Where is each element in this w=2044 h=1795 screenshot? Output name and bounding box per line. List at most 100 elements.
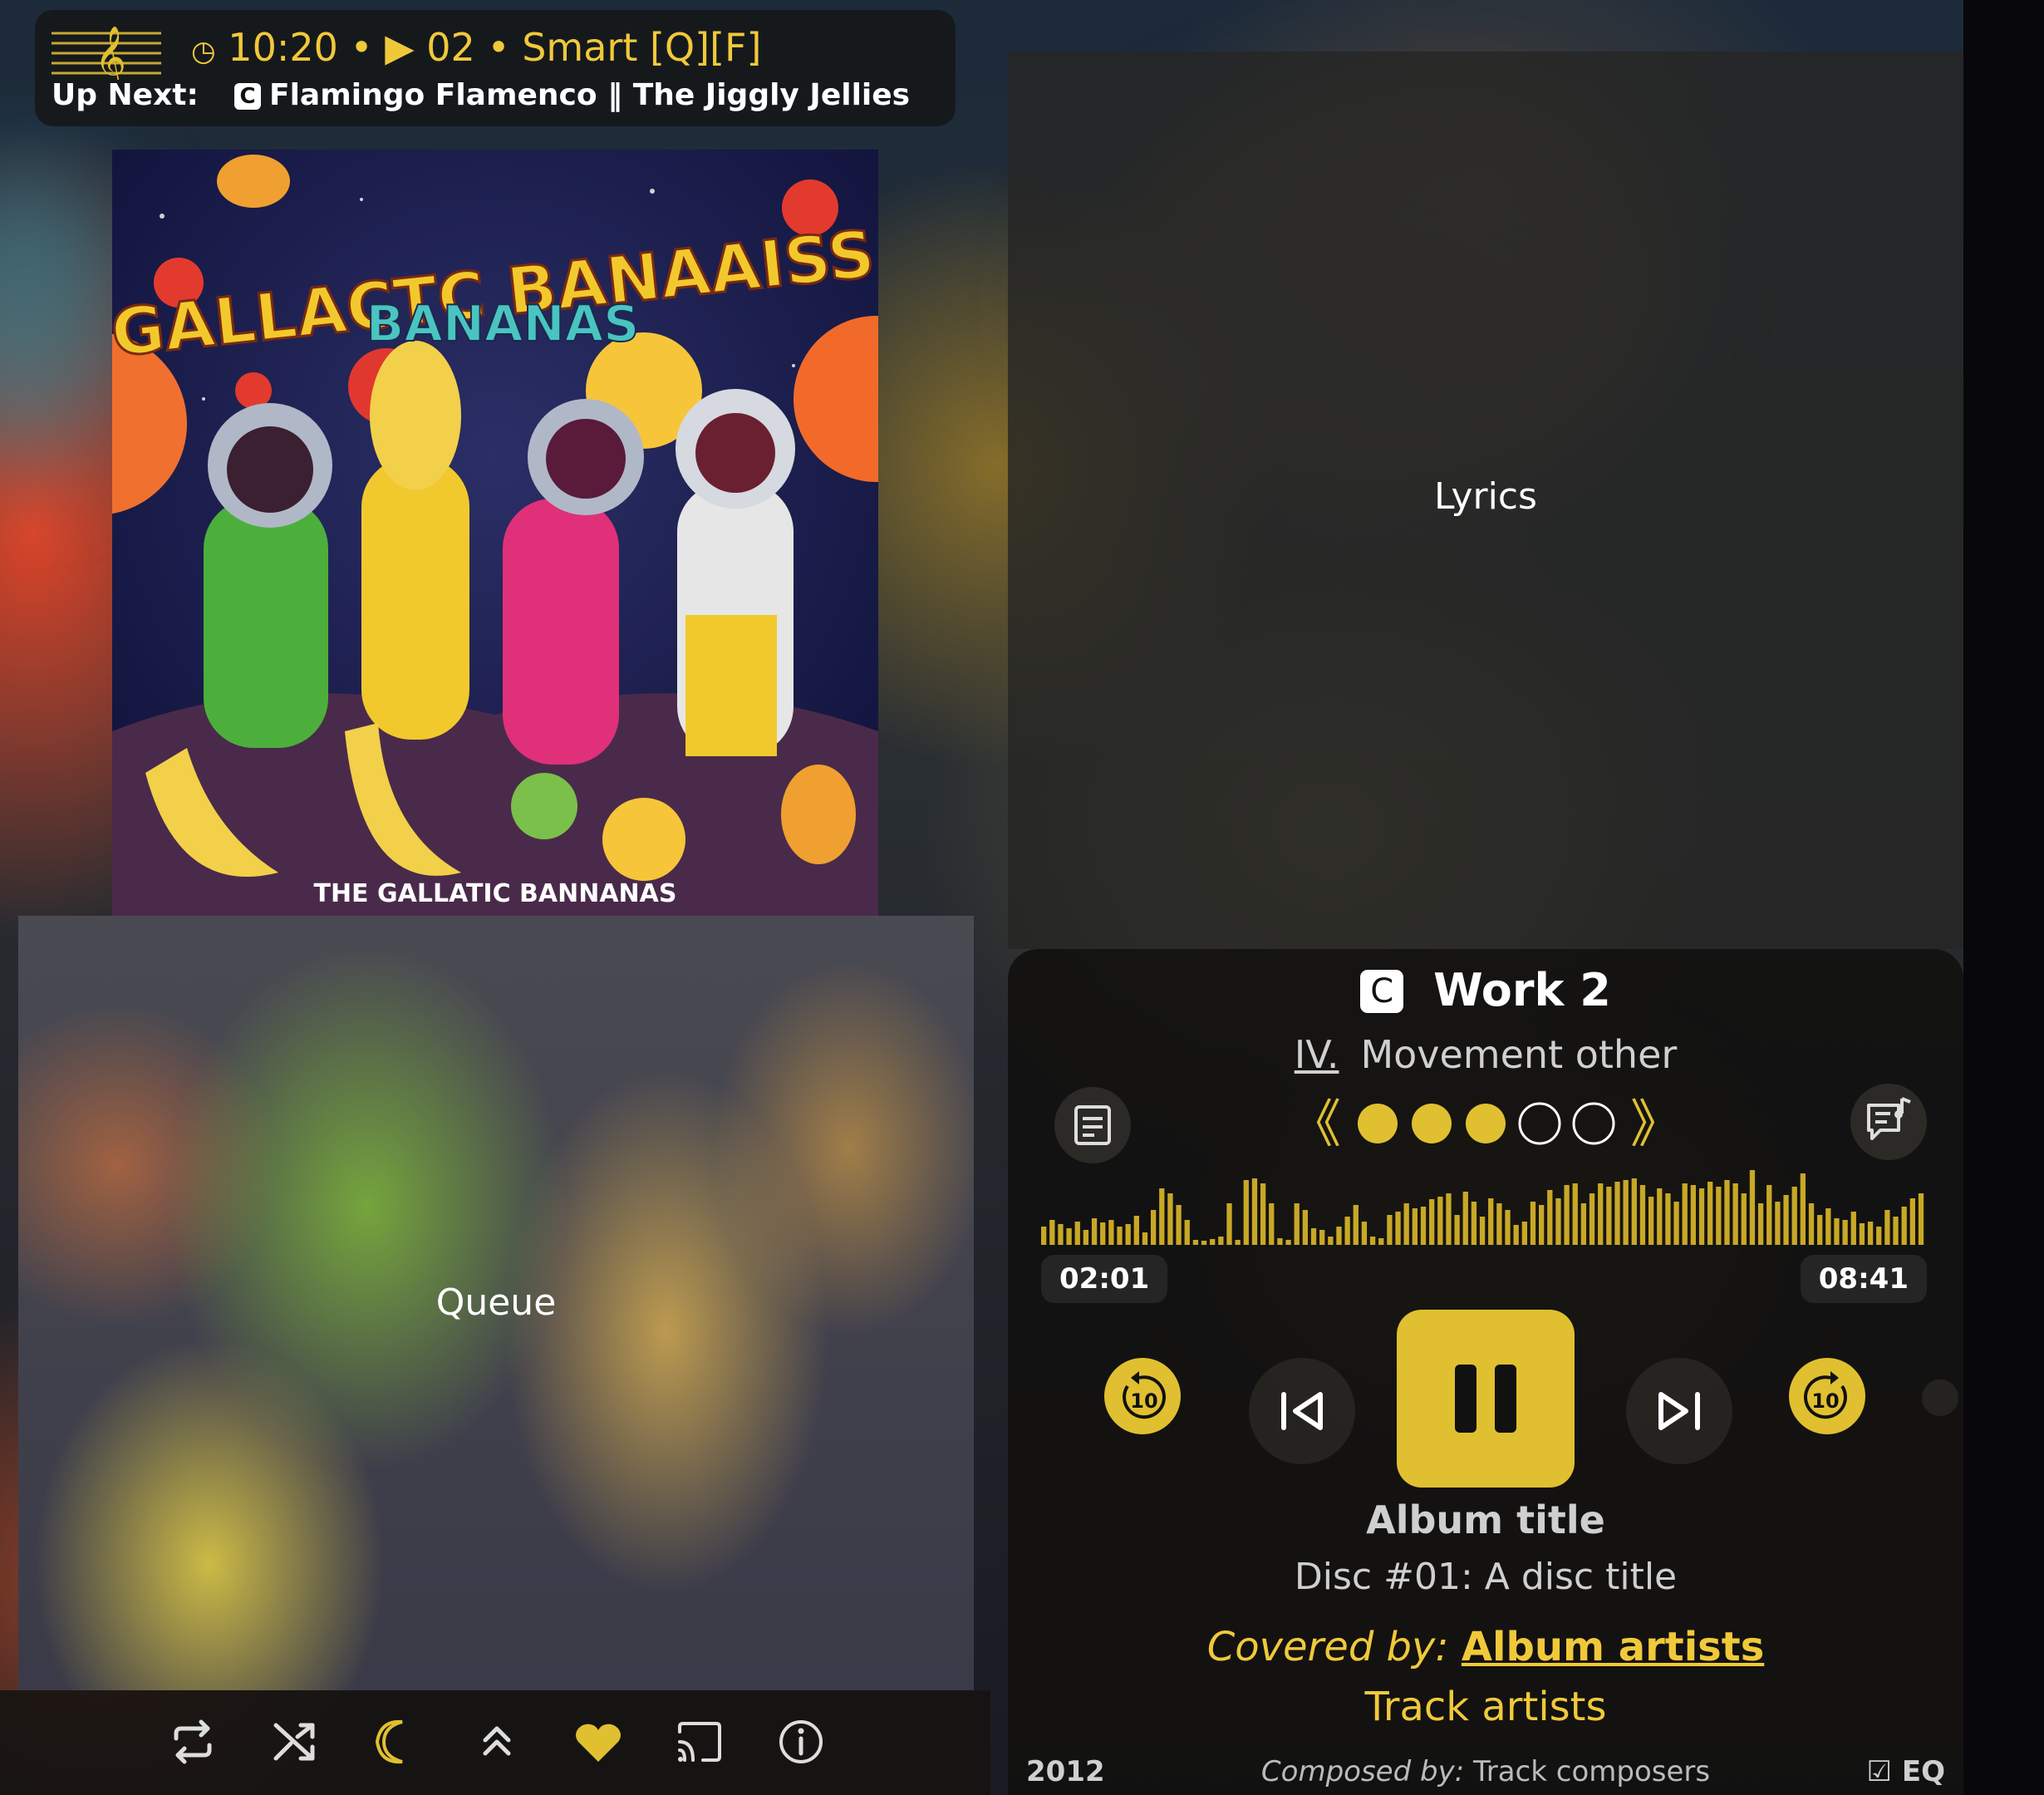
skip-next-icon — [1658, 1392, 1700, 1430]
waveform-bar — [1235, 1240, 1241, 1245]
waveform-bar — [1631, 1178, 1637, 1245]
play-pause-button[interactable] — [1397, 1310, 1575, 1488]
cast-icon[interactable] — [673, 1715, 726, 1768]
skip-previous-icon — [1281, 1392, 1323, 1430]
waveform-bar — [1167, 1193, 1173, 1245]
svg-text:𝄞: 𝄞 — [95, 27, 126, 80]
waveform-bar — [1589, 1193, 1595, 1245]
up-next-track: Flamingo Flamenco — [269, 78, 597, 112]
shuffle-icon[interactable] — [268, 1715, 321, 1768]
repeat-icon[interactable] — [166, 1715, 219, 1768]
movement-number: IV. — [1294, 1032, 1339, 1077]
player-panel: C Work 2 IV. Movement other 《 》 02:01 08: — [1008, 949, 1963, 1795]
waveform-bar — [1184, 1220, 1190, 1245]
waveform-bar — [1344, 1217, 1350, 1245]
waveform-bar — [1606, 1187, 1612, 1245]
waveform-bar — [1251, 1178, 1258, 1245]
waveform-bar — [1074, 1222, 1080, 1245]
waveform-bar — [1791, 1187, 1797, 1245]
waveform-bar — [1724, 1180, 1730, 1245]
forward-10-button[interactable]: 10 — [1787, 1356, 1867, 1436]
next-movement-button[interactable]: 》 — [1630, 1094, 1681, 1154]
waveform-bar — [1623, 1180, 1629, 1245]
pause-icon — [1455, 1365, 1516, 1433]
waveform-bar — [1091, 1218, 1098, 1245]
waveform-bar — [1302, 1210, 1309, 1245]
movement-dot-empty[interactable] — [1572, 1102, 1615, 1145]
next-track-button[interactable] — [1626, 1358, 1732, 1464]
rewind-10-button[interactable]: 10 — [1103, 1356, 1182, 1436]
composed-by: Composed by: Track composers — [1008, 1755, 1963, 1788]
previous-track-button[interactable] — [1249, 1358, 1355, 1464]
waveform-bar — [1564, 1185, 1570, 1245]
playlist-name: Smart [Q][F] — [522, 25, 762, 70]
up-next: Up Next: C Flamingo Flamenco ‖ The Jiggly… — [52, 78, 910, 112]
rewind-seconds: 10 — [1130, 1389, 1157, 1413]
waveform-bar — [1496, 1203, 1502, 1245]
eq-toggle[interactable]: ☑ EQ — [1867, 1755, 1945, 1788]
album-title[interactable]: Album title — [1008, 1497, 1963, 1542]
waveform-bar — [1918, 1193, 1924, 1245]
waveform-bar — [1049, 1220, 1055, 1245]
movement-dot-filled[interactable] — [1358, 1104, 1398, 1143]
expand-up-icon[interactable] — [470, 1715, 523, 1768]
waveform-bar — [1420, 1207, 1427, 1245]
waveform-bar — [1834, 1218, 1840, 1245]
track-artists[interactable]: Track artists — [1008, 1684, 1963, 1730]
waveform-bar — [1572, 1183, 1578, 1245]
waveform-seekbar[interactable] — [1041, 1157, 1927, 1245]
lyrics-panel[interactable]: Lyrics — [1008, 52, 1963, 949]
waveform-bar — [1521, 1222, 1527, 1245]
play-icon: ▶ — [385, 25, 415, 70]
waveform-bar — [1294, 1203, 1300, 1245]
up-next-label: Up Next: — [52, 78, 199, 112]
queue-label: Queue — [435, 1281, 557, 1324]
waveform-bar — [1210, 1239, 1216, 1245]
waveform-bar — [1100, 1222, 1106, 1245]
clock-time: 10:20 — [228, 25, 338, 70]
album-art[interactable]: GALLACTC BANAAISS BANANAS THE GALLATIC B… — [112, 150, 878, 916]
waveform-bar — [1757, 1203, 1764, 1245]
queue-panel[interactable]: Queue — [18, 916, 974, 1690]
movement-dot-filled[interactable] — [1412, 1104, 1452, 1143]
waveform-bar — [1471, 1202, 1477, 1245]
waveform-bar — [1083, 1230, 1089, 1245]
favorite-heart-icon[interactable] — [572, 1715, 625, 1768]
waveform-bar — [1142, 1232, 1148, 1245]
movement-title: IV. Movement other — [1008, 1032, 1963, 1077]
work-title: C Work 2 — [1008, 964, 1963, 1016]
waveform-bar — [1058, 1224, 1064, 1245]
waveform-bar — [1108, 1220, 1114, 1245]
waveform-bar — [1269, 1203, 1275, 1245]
waveform-bar — [1201, 1241, 1207, 1245]
disc-info: Disc #01: A disc title — [1294, 1556, 1678, 1598]
art-title-line2: BANANAS — [366, 295, 640, 353]
covered-by: Covered by: Album artists — [1008, 1624, 1963, 1670]
more-controls-button[interactable] — [1922, 1379, 1958, 1416]
right-edge — [1963, 0, 2044, 1795]
up-next-artist: The Jiggly Jellies — [632, 78, 911, 112]
elapsed-time: 02:01 — [1041, 1255, 1168, 1303]
classical-badge: C — [234, 83, 261, 110]
waveform-bar — [1133, 1216, 1139, 1245]
music-staff-icon: 𝄞 — [52, 27, 161, 80]
waveform-bar — [1749, 1170, 1756, 1245]
waveform-bar — [1429, 1199, 1435, 1245]
waveform-bar — [1378, 1238, 1384, 1245]
waveform-bar — [1884, 1210, 1890, 1245]
movement-dot-empty[interactable] — [1518, 1102, 1561, 1145]
composers[interactable]: Track composers — [1473, 1755, 1710, 1788]
sleep-timer-icon[interactable] — [369, 1715, 422, 1768]
movement-dot-filled[interactable] — [1466, 1104, 1506, 1143]
album-artists-link[interactable]: Album artists — [1462, 1624, 1764, 1670]
bottom-toolbar — [0, 1690, 990, 1795]
info-icon[interactable] — [774, 1715, 828, 1768]
waveform-bar — [1513, 1225, 1519, 1245]
previous-movement-button[interactable]: 《 — [1290, 1094, 1341, 1154]
now-playing-header[interactable]: 𝄞 ◷ 10:20 • ▶ 02 • Smart [Q][F] Up Next:… — [35, 10, 956, 126]
waveform-bar — [1842, 1220, 1848, 1245]
separator-dot: • — [350, 25, 373, 70]
movement-name: Movement other — [1360, 1032, 1678, 1077]
waveform-bar — [1909, 1198, 1915, 1245]
waveform-bar — [1310, 1228, 1317, 1245]
